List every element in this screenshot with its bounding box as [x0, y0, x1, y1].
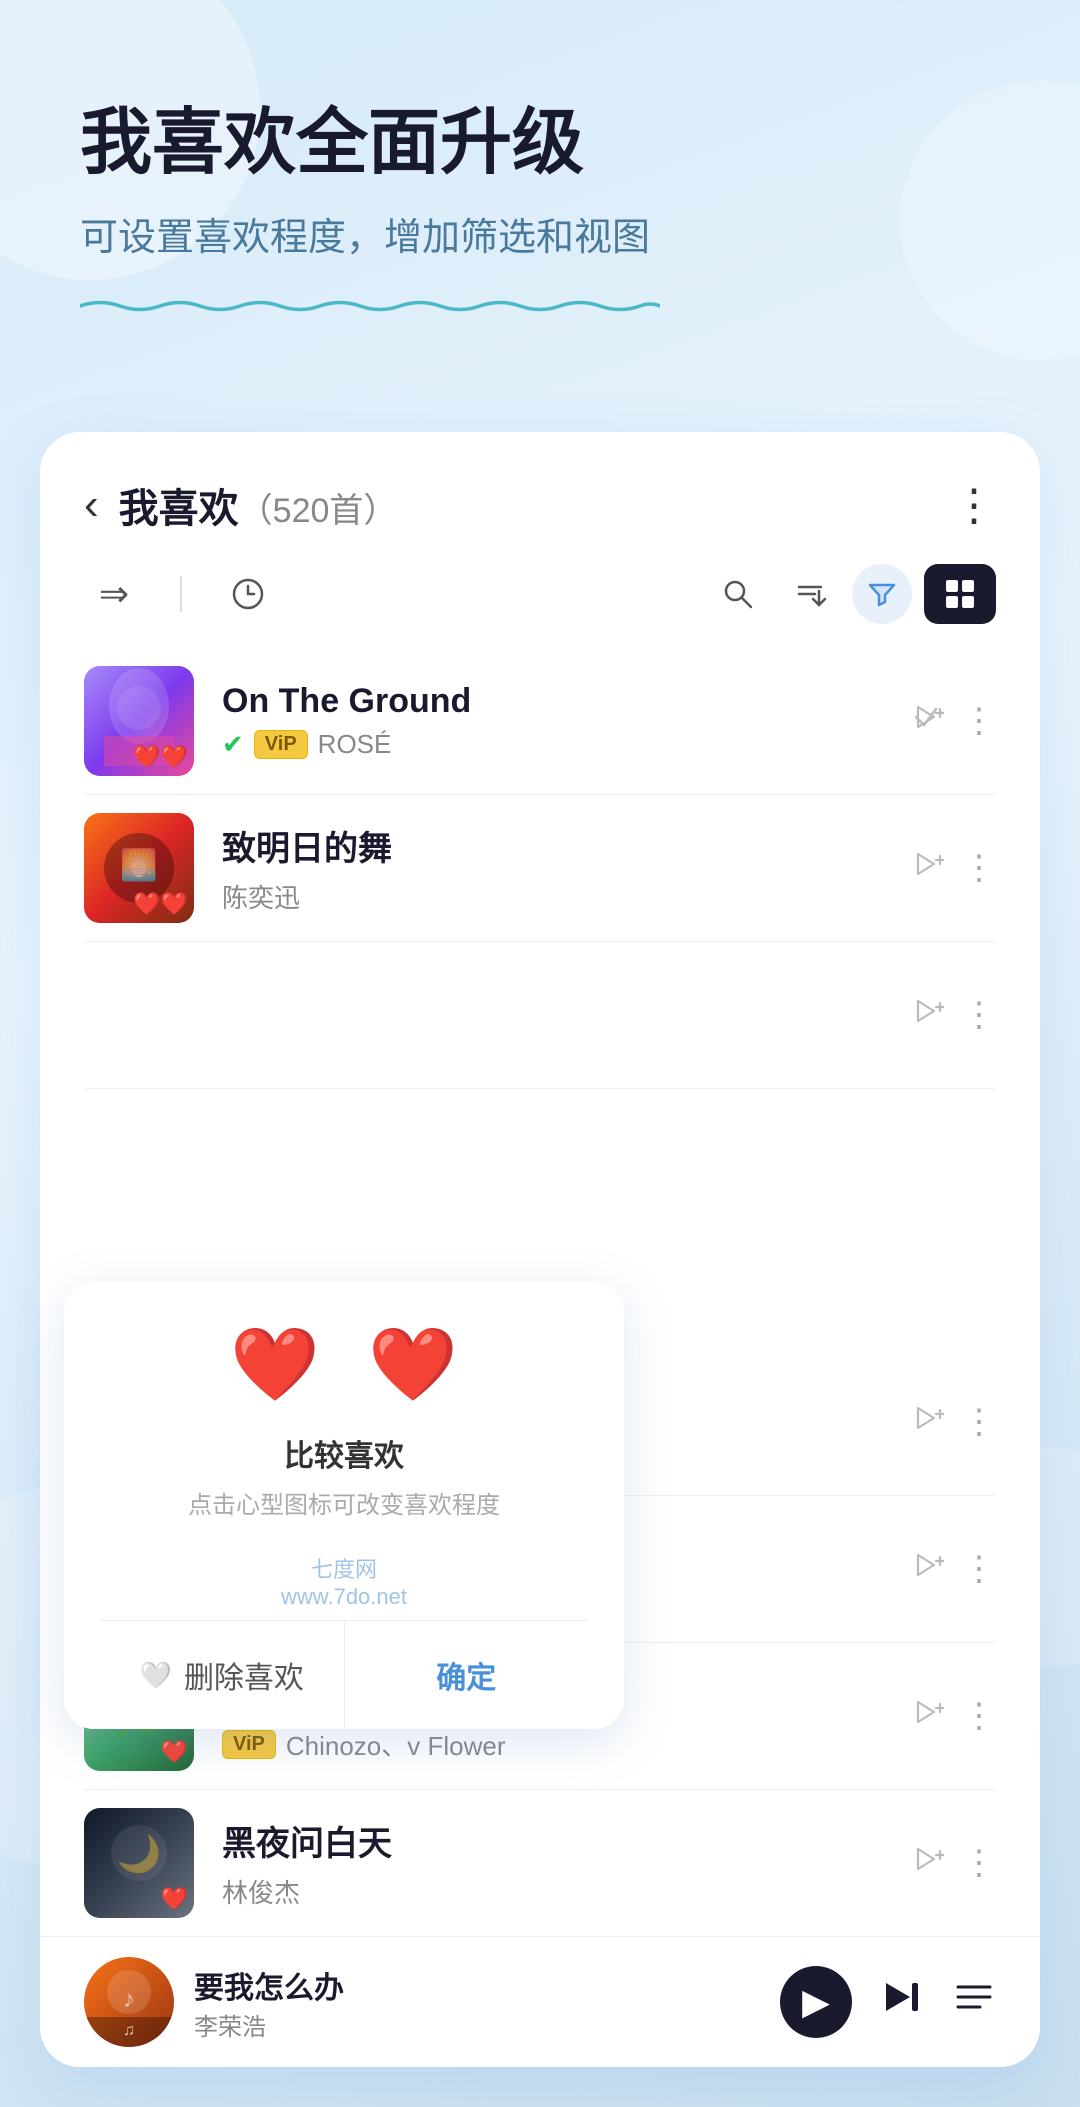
- add-to-playlist-2[interactable]: [908, 846, 944, 891]
- player-thumb: ♪ ♫: [84, 1957, 174, 2047]
- watermark: 七度网www.7do.net: [100, 1552, 588, 1610]
- svg-text:♪: ♪: [123, 1986, 135, 2013]
- like-popup: ❤️ ❤️ 比较喜欢 点击心型图标可改变喜欢程度 七度网www.7do.net …: [64, 1282, 624, 1729]
- grid-view-button[interactable]: [924, 564, 996, 624]
- player-info: 要我怎么办 李荣浩: [194, 1963, 780, 2042]
- add-to-playlist-5[interactable]: [908, 1547, 944, 1592]
- more-options-button[interactable]: ⋮: [952, 480, 996, 531]
- song-actions-4: ⋮: [908, 1400, 996, 1445]
- svg-text:♫: ♫: [123, 2022, 135, 2039]
- song-item-2[interactable]: 🌅 ❤️❤️ 致明日的舞 陈奕迅 ⋮: [84, 795, 996, 942]
- popup-hearts: ❤️ ❤️: [100, 1322, 588, 1407]
- song-actions-6: ⋮: [908, 1694, 996, 1739]
- song-info-7: 黑夜问白天 林俊杰: [222, 1816, 908, 1910]
- song-actions-5: ⋮: [908, 1547, 996, 1592]
- popup-hint: 点击心型图标可改变喜欢程度: [100, 1485, 588, 1520]
- heart-level-1[interactable]: ❤️: [230, 1322, 320, 1407]
- song-thumb-2: 🌅 ❤️❤️: [84, 813, 194, 923]
- svg-text:🌙: 🌙: [117, 1833, 162, 1875]
- song-meta-2: 陈奕迅: [222, 878, 908, 915]
- player-controls: ▶: [780, 1966, 996, 2038]
- add-to-playlist-1[interactable]: [908, 699, 944, 744]
- add-to-playlist-6[interactable]: [908, 1694, 944, 1739]
- more-options-7[interactable]: ⋮: [962, 1843, 996, 1883]
- artist-2: 陈奕迅: [222, 878, 300, 915]
- artist-6: Chinozo、v Flower: [286, 1726, 506, 1763]
- more-options-6[interactable]: ⋮: [962, 1696, 996, 1736]
- song-title-7: 黑夜问白天: [222, 1816, 908, 1865]
- song-thumb-7: 🌙 ❤️: [84, 1808, 194, 1918]
- add-to-playlist-3[interactable]: [908, 993, 944, 1038]
- add-to-playlist-7[interactable]: [908, 1841, 944, 1886]
- song-meta-7: 林俊杰: [222, 1873, 908, 1910]
- popup-label: 比较喜欢: [100, 1431, 588, 1475]
- page-title: 我喜欢全面升级: [80, 100, 1000, 186]
- playlist-button[interactable]: [952, 1975, 996, 2030]
- confirm-button[interactable]: 确定: [345, 1621, 589, 1729]
- player-artist: 李荣浩: [194, 2007, 780, 2042]
- song-title-1: On The Ground: [222, 682, 908, 721]
- artist-7: 林俊杰: [222, 1873, 300, 1910]
- song-item-7[interactable]: 🌙 ❤️ 黑夜问白天 林俊杰 ⋮: [84, 1790, 996, 1936]
- player-bar: ♪ ♫ 要我怎么办 李荣浩 ▶: [40, 1936, 1040, 2067]
- play-button[interactable]: ▶: [780, 1966, 852, 2038]
- player-title: 要我怎么办: [194, 1963, 780, 2007]
- card-header: ‹ 我喜欢（520首） ⋮: [40, 432, 1040, 554]
- more-options-3[interactable]: ⋮: [962, 995, 996, 1035]
- song-item-3[interactable]: 方克依兰 ❤️ ❤️ 比较喜欢 点击心型图标可改变喜欢程度 七度网www.7do…: [84, 942, 996, 1089]
- song-info-2: 致明日的舞 陈奕迅: [222, 821, 908, 915]
- more-options-1[interactable]: ⋮: [962, 701, 996, 741]
- heart-level-2[interactable]: ❤️: [368, 1322, 458, 1407]
- song-actions-1: ⋮: [908, 699, 996, 744]
- song-list: ♪ ❤️❤️ On The Ground ✔ ViP ROSÉ: [40, 648, 1040, 1936]
- play-clock-button[interactable]: [218, 564, 278, 624]
- vip-badge-1: ViP: [254, 730, 308, 759]
- song-info-1: On The Ground ✔ ViP ROSÉ: [222, 682, 908, 760]
- shuffle-button[interactable]: ⇒: [84, 564, 144, 624]
- next-button[interactable]: [880, 1975, 924, 2030]
- song-item-1[interactable]: ♪ ❤️❤️ On The Ground ✔ ViP ROSÉ: [84, 648, 996, 795]
- delete-like-button[interactable]: 🤍 删除喜欢: [100, 1621, 345, 1729]
- more-options-2[interactable]: ⋮: [962, 848, 996, 888]
- more-options-5[interactable]: ⋮: [962, 1549, 996, 1589]
- main-card: ‹ 我喜欢（520首） ⋮ ⇒: [40, 432, 1040, 2067]
- toolbar: ⇒: [40, 554, 1040, 648]
- song-title-2: 致明日的舞: [222, 821, 908, 870]
- vip-badge-6: ViP: [222, 1730, 276, 1759]
- divider: [180, 576, 182, 612]
- playlist-title: 我喜欢（520首）: [119, 476, 952, 534]
- song-meta-6: ViP Chinozo、v Flower: [222, 1726, 908, 1763]
- more-options-4[interactable]: ⋮: [962, 1402, 996, 1442]
- sort-button[interactable]: [780, 564, 840, 624]
- song-actions-2: ⋮: [908, 846, 996, 891]
- filter-button[interactable]: [852, 564, 912, 624]
- verified-icon-1: ✔: [222, 729, 244, 760]
- popup-actions: 🤍 删除喜欢 确定: [100, 1620, 588, 1729]
- back-button[interactable]: ‹: [84, 480, 99, 530]
- search-button[interactable]: [708, 564, 768, 624]
- song-actions-7: ⋮: [908, 1841, 996, 1886]
- add-to-playlist-4[interactable]: [908, 1400, 944, 1445]
- song-actions-3: ⋮: [908, 993, 996, 1038]
- song-thumb-1: ♪ ❤️❤️: [84, 666, 194, 776]
- page-subtitle: 可设置喜欢程度，增加筛选和视图: [80, 210, 660, 332]
- artist-1: ROSÉ: [318, 729, 392, 760]
- song-meta-1: ✔ ViP ROSÉ: [222, 729, 908, 760]
- svg-text:🌅: 🌅: [120, 847, 157, 882]
